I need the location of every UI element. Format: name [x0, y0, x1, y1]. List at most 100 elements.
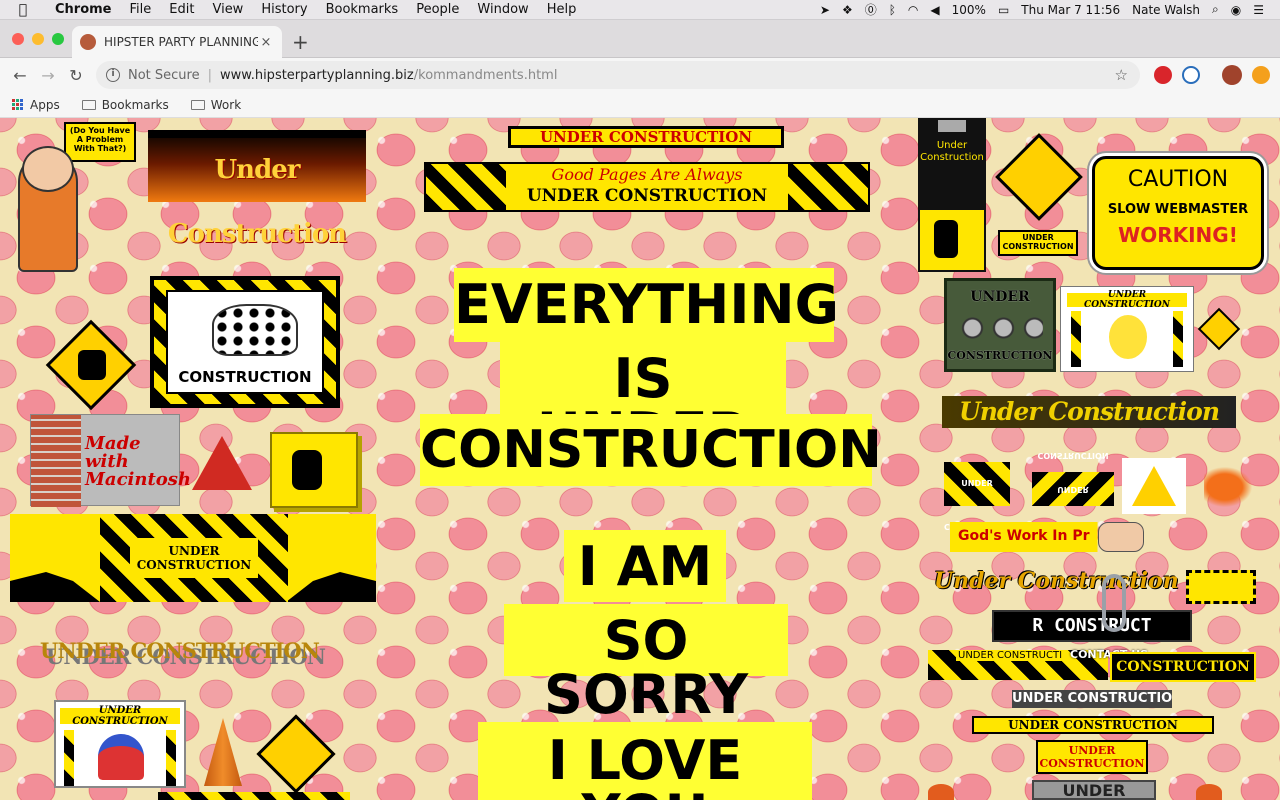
menu-history[interactable]: History	[252, 2, 316, 17]
bookmark-apps[interactable]: Apps	[12, 98, 60, 112]
bookmark-star-icon[interactable]: ☆	[1115, 66, 1128, 84]
digger-icon	[934, 220, 958, 258]
uc-diamond-gif: UNDER CONSTRUCTION	[995, 133, 1084, 258]
bookmark-folder-work[interactable]: Work	[190, 98, 241, 112]
reload-icon[interactable]: ↻	[62, 66, 90, 85]
security-label: Not Secure	[128, 67, 200, 83]
siri-icon[interactable]: ◉	[1225, 3, 1247, 17]
info-icon[interactable]: i	[106, 68, 120, 82]
warning-diamond-icon	[256, 714, 336, 794]
browser-toolbar: ← → ↻ i Not Secure | www.hipsterpartypla…	[0, 58, 1280, 92]
tab-hipster-party[interactable]: HIPSTER PARTY PLANNING DC ×	[72, 26, 282, 58]
caution-line2: SLOW WEBMASTER	[1107, 202, 1249, 217]
brick-wall	[31, 415, 81, 507]
minimize-window-button[interactable]	[32, 33, 44, 45]
big-uc-line1: UNDER	[168, 543, 220, 558]
back-icon[interactable]: ←	[6, 66, 34, 85]
caution-line3: WORKING!	[1118, 223, 1238, 247]
favicon-icon	[80, 34, 96, 50]
menu-view[interactable]: View	[203, 2, 252, 17]
contact-uc-row-gif: UNDER CONSTRUCTI CONTACT US CONSTRUCTION	[928, 648, 1258, 682]
apps-grid-icon	[12, 98, 24, 111]
battery-percent[interactable]: 100%	[946, 3, 992, 17]
digger-icon	[292, 450, 322, 490]
spotlight-icon[interactable]: ⌕	[1206, 2, 1225, 17]
uc-grey-gif: UNDER CONSTRUCTION	[1012, 690, 1172, 708]
problem-sign: (Do You Have A Problem With That?)	[64, 122, 136, 162]
volume-icon[interactable]: ◀	[924, 3, 945, 17]
big-uc-line2: CONSTRUCTION	[136, 558, 252, 572]
uc-tall-line2: Construction	[920, 152, 984, 163]
gods-work-gif: God's Work In Pr	[950, 522, 1144, 552]
menu-file[interactable]: File	[121, 2, 161, 17]
wifi-icon[interactable]: ◠	[902, 3, 924, 17]
shovel-worker-sign-gif	[256, 714, 338, 796]
good-pages-line2: UNDER CONSTRUCTION	[526, 186, 768, 206]
folder-icon	[81, 99, 96, 110]
battery-icon[interactable]: ▭	[992, 3, 1015, 17]
good-pages-line1: Good Pages Are Always	[551, 165, 743, 184]
bluetooth-icon[interactable]: ᛒ	[883, 3, 902, 17]
small-worker-sign-gif	[1196, 307, 1241, 364]
uc-shadow-gif: UNDER CONSTRUCTION	[40, 638, 320, 663]
address-bar[interactable]: i Not Secure | www.hipsterpartyplanning.…	[96, 61, 1140, 89]
notification-center-icon[interactable]: ☰	[1247, 3, 1270, 17]
menubar-user[interactable]: Nate Walsh	[1126, 3, 1206, 17]
profile-avatar[interactable]	[1222, 65, 1242, 85]
bookmarks-bar: Apps Bookmarks Work	[0, 92, 1280, 118]
message-line-everything: EVERYTHING	[454, 268, 839, 342]
fish-icon	[1204, 464, 1256, 510]
onepassword-icon[interactable]: ⓪	[859, 1, 883, 18]
uc-diamond-label: UNDER CONSTRUCTION	[998, 230, 1078, 256]
painting-hand-icon	[1098, 522, 1144, 552]
pikachu-uc-gif: UNDER CONSTRUCTION	[1060, 286, 1194, 372]
dalmatian-caption: CONSTRUCTION	[178, 368, 312, 386]
opera-extension-icon[interactable]	[1154, 66, 1172, 84]
apple-icon[interactable]: 	[0, 2, 46, 18]
worker-face	[22, 146, 74, 192]
under-construction-fire-gif: Under Construction	[148, 130, 366, 249]
menu-help[interactable]: Help	[538, 2, 586, 17]
tab-close-icon[interactable]: ×	[258, 35, 274, 50]
uc-top-banner-gif: UNDER CONSTRUCTION	[508, 126, 784, 148]
traffic-cone-icon	[204, 718, 242, 786]
uc-red-line1: UNDER	[1068, 744, 1116, 757]
location-icon[interactable]: ➤	[814, 3, 836, 17]
worker-computer-sign-gif	[45, 319, 137, 411]
gears-icon	[957, 311, 1043, 345]
macintosh-text: Macintosh	[85, 469, 192, 490]
menu-app-name[interactable]: Chrome	[46, 2, 121, 17]
tab-strip: HIPSTER PARTY PLANNING DC × +	[0, 20, 1280, 58]
new-tab-button[interactable]: +	[292, 30, 309, 54]
cartman-uc-label: UNDER CONSTRUCTION	[60, 705, 180, 727]
warning-triangle-icon	[1132, 466, 1176, 506]
web-page: (Do You Have A Problem With That?) Under…	[0, 118, 1280, 800]
dalmatian-construction-gif: CONSTRUCTION	[150, 276, 340, 408]
construction-worker-gif: (Do You Have A Problem With That?)	[14, 122, 136, 272]
update-icon[interactable]	[1252, 66, 1270, 84]
menu-bookmarks[interactable]: Bookmarks	[317, 2, 408, 17]
menubar-clock[interactable]: Thu Mar 7 11:56	[1015, 3, 1126, 17]
close-window-button[interactable]	[12, 33, 24, 45]
bookmark-folder-bookmarks[interactable]: Bookmarks	[81, 98, 169, 112]
uc-mini-text: UNDER CONSTRUCTI	[956, 650, 1065, 661]
construction-red-text: CONSTRUCTION	[1110, 652, 1256, 682]
orange-ball-icon	[1196, 784, 1222, 800]
good-pages-gif: Good Pages Are Always UNDER CONSTRUCTION	[424, 162, 870, 212]
made-with-text: Made with Macintosh	[85, 435, 191, 489]
menu-window[interactable]: Window	[468, 2, 537, 17]
caution-slow-webmaster-gif: CAUTION SLOW WEBMASTER WORKING!	[1092, 156, 1264, 270]
zoom-window-button[interactable]	[52, 33, 64, 45]
big-uc-label: UNDER CONSTRUCTION	[130, 538, 258, 578]
menu-edit[interactable]: Edit	[160, 2, 203, 17]
forward-icon[interactable]: →	[34, 66, 62, 85]
bottom-stripe-gif	[158, 792, 350, 800]
dropbox-icon[interactable]: ❖	[836, 3, 859, 17]
grammarly-extension-icon[interactable]	[1182, 66, 1200, 84]
menu-people[interactable]: People	[407, 2, 468, 17]
excavator-right-icon	[286, 572, 376, 602]
url-path: /kommandments.html	[413, 67, 558, 83]
tall-digger-panel	[920, 210, 984, 270]
blinking-sign-gif	[1186, 570, 1256, 604]
orange-ball-icon	[928, 784, 954, 800]
